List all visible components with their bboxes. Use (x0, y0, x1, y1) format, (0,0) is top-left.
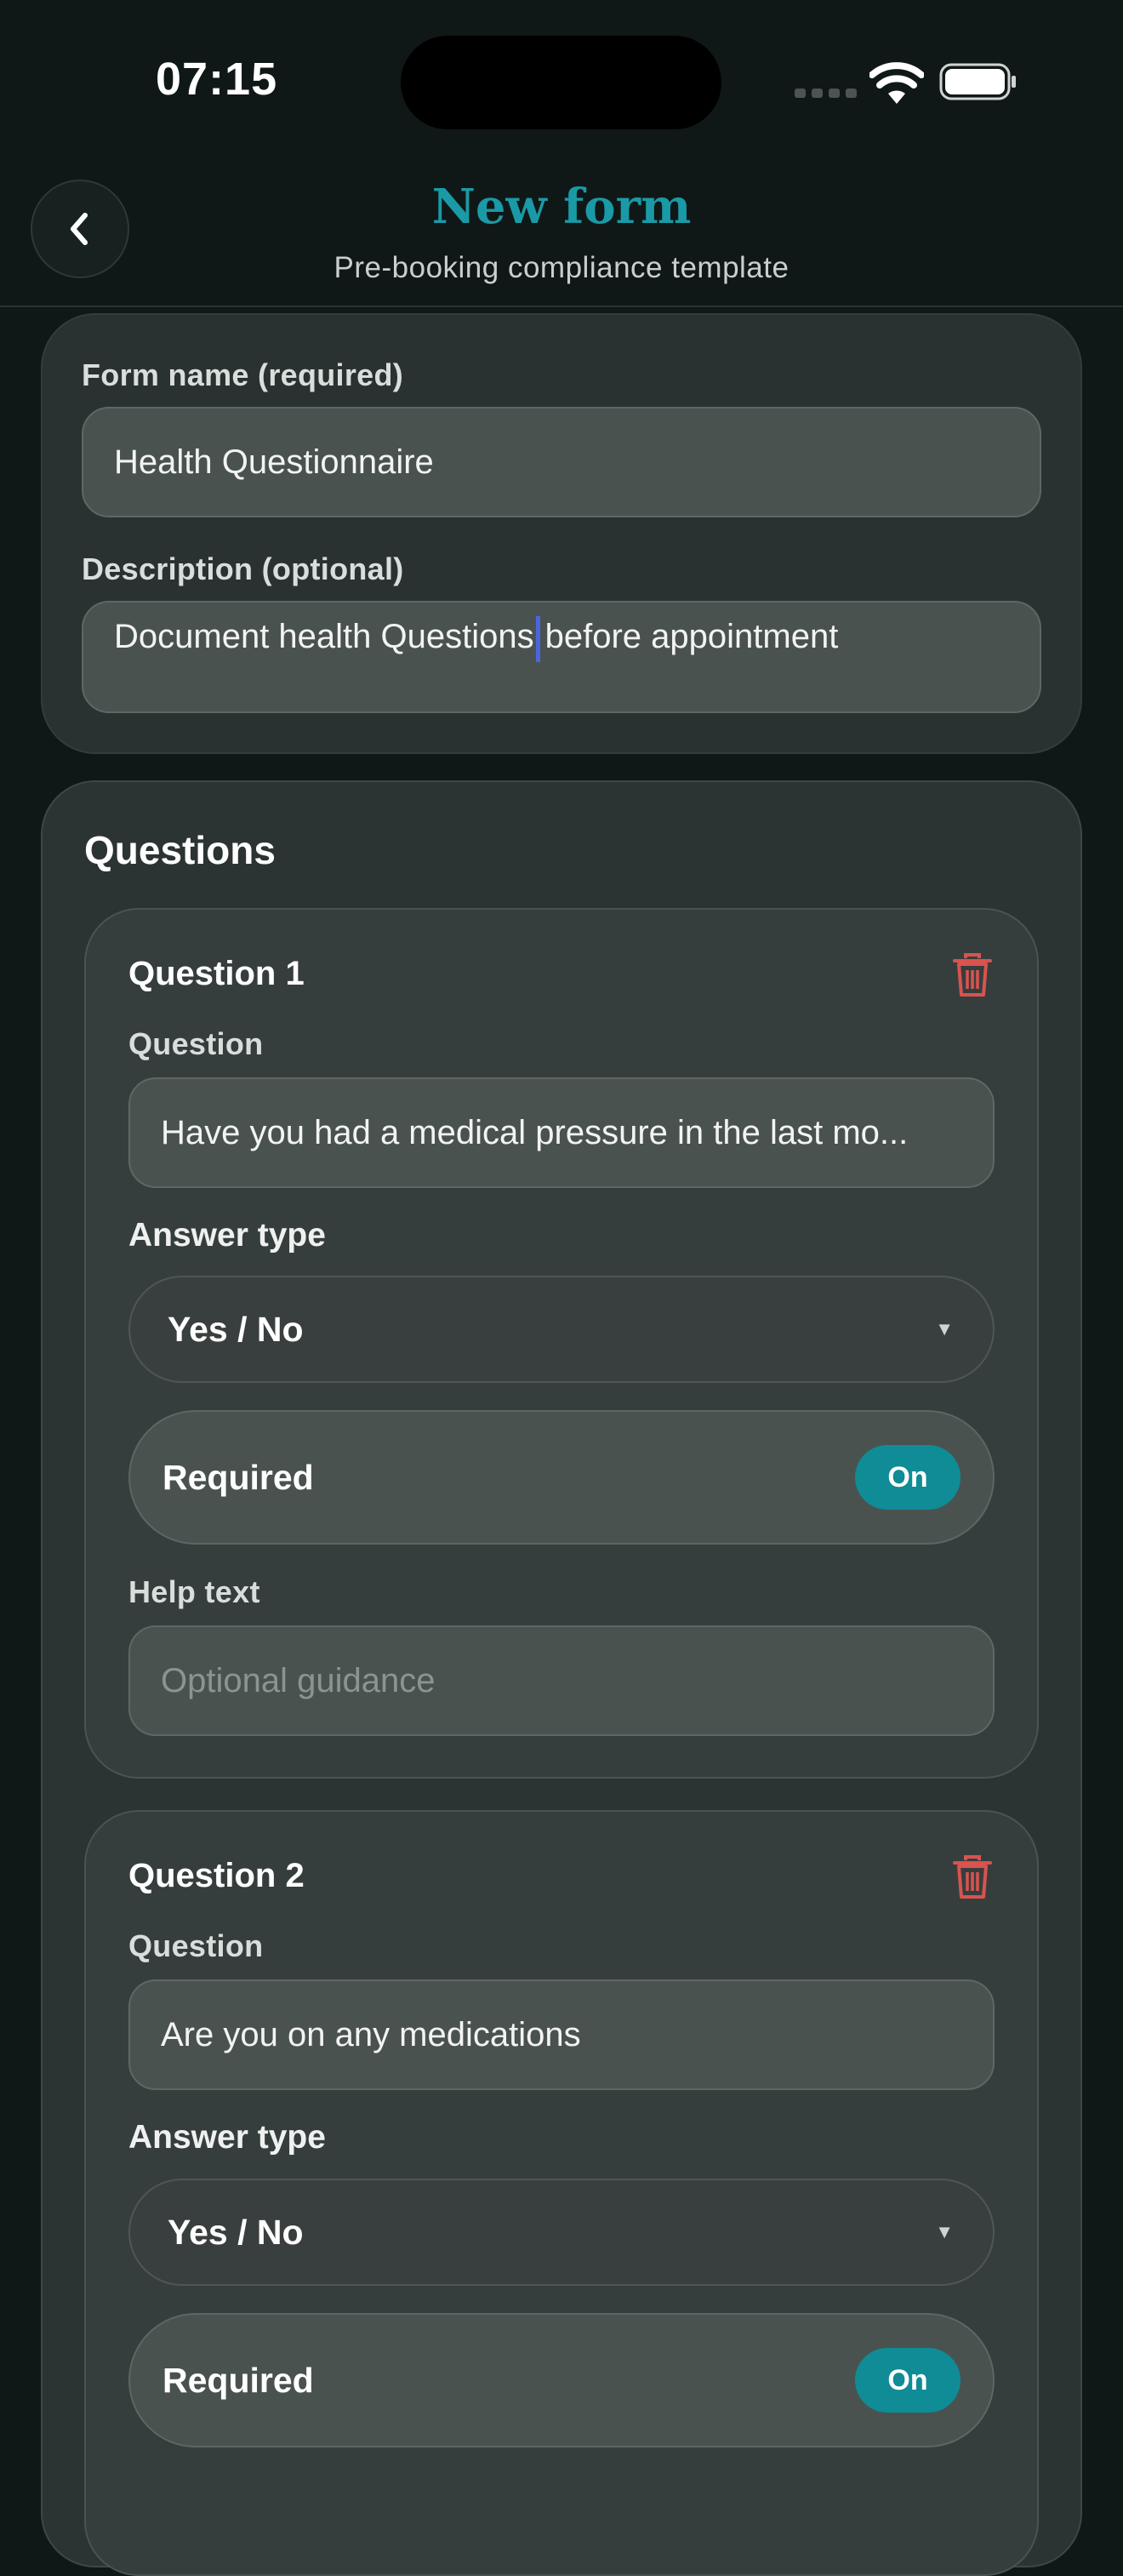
question-2-value: Are you on any medications (161, 2015, 581, 2053)
form-name-input[interactable]: Health Questionnaire (82, 407, 1041, 517)
page-subtitle: Pre-booking compliance template (333, 251, 790, 284)
question-1-answer-type-label: Answer type (128, 1217, 326, 1254)
question-1-answer-type-select[interactable]: Yes / No ▼ (128, 1276, 995, 1383)
text-caret (535, 616, 540, 662)
question-1-required-label: Required (162, 1457, 314, 1497)
question-2-input[interactable]: Are you on any medications (128, 1979, 995, 2090)
question-1-required-toggle[interactable]: On (855, 1445, 961, 1510)
wifi-icon (869, 62, 924, 104)
question-1-answer-type-value: Yes / No (168, 1309, 304, 1349)
description-text-before-caret: Document health Questions (114, 618, 534, 655)
question-1-question-label: Question (128, 1026, 264, 1061)
status-time: 07:15 (156, 54, 278, 105)
question-1-help-text-label: Help text (128, 1574, 260, 1609)
question-1-help-text-placeholder: Optional guidance (161, 1661, 436, 1699)
question-2-answer-type-label: Answer type (128, 2119, 326, 2156)
question-2-answer-type-value: Yes / No (168, 2212, 304, 2252)
question-1-help-text-input[interactable]: Optional guidance (128, 1625, 995, 1736)
question-2-title: Question 2 (128, 1857, 305, 1894)
battery-icon (939, 63, 1016, 100)
question-2-answer-type-select[interactable]: Yes / No ▼ (128, 2179, 995, 2286)
page-title: New form (431, 179, 692, 235)
description-input[interactable]: Document health Questions before appointm… (82, 601, 1041, 713)
trash-icon[interactable] (953, 1855, 992, 1899)
form-name-label: Form name (required) (82, 357, 404, 392)
question-1-title: Question 1 (128, 955, 305, 992)
trash-icon[interactable] (953, 953, 992, 997)
signal-icon (795, 89, 857, 98)
question-2-required-label: Required (162, 2360, 314, 2400)
chevron-down-icon: ▼ (935, 2221, 954, 2242)
question-2-required-toggle[interactable]: On (855, 2348, 961, 2413)
question-2-question-label: Question (128, 1928, 264, 1963)
description-label: Description (optional) (82, 551, 404, 586)
chevron-down-icon: ▼ (935, 1318, 954, 1339)
question-1-required-row[interactable]: Required On (128, 1410, 995, 1545)
form-name-value: Health Questionnaire (114, 443, 434, 481)
dynamic-island (401, 36, 721, 129)
questions-section-title: Questions (84, 828, 276, 872)
header-divider (0, 306, 1123, 307)
question-2-required-row[interactable]: Required On (128, 2313, 995, 2447)
question-1-value: Have you had a medical pressure in the l… (161, 1113, 909, 1151)
question-1-input[interactable]: Have you had a medical pressure in the l… (128, 1077, 995, 1188)
description-text-after-caret: before appointment (544, 618, 839, 655)
